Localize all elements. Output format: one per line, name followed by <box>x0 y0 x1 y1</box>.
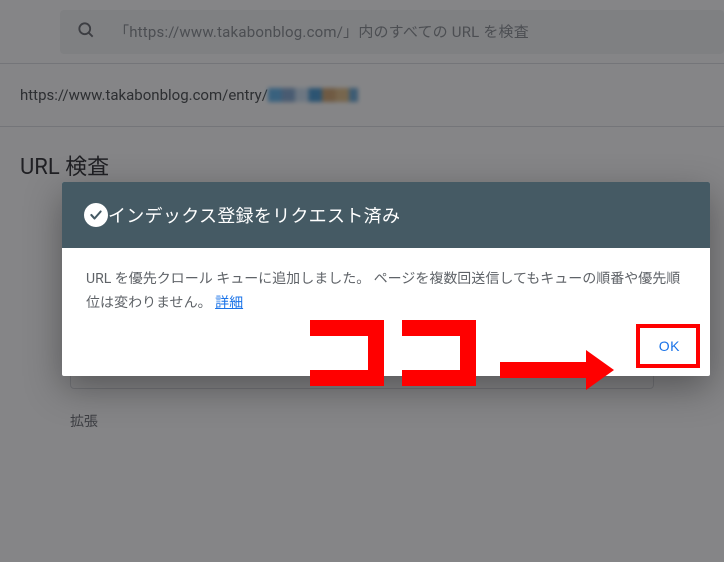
details-link[interactable]: 詳細 <box>215 295 243 311</box>
check-circle-icon <box>84 203 108 227</box>
dialog-header: インデックス登録をリクエスト済み <box>62 182 710 248</box>
dialog-title: インデックス登録をリクエスト済み <box>108 202 400 228</box>
dialog-body-text: URL を優先クロール キューに追加しました。 ページを複数回送信してもキューの… <box>86 271 680 311</box>
dialog-body: URL を優先クロール キューに追加しました。 ページを複数回送信してもキューの… <box>62 248 710 322</box>
ok-button[interactable]: OK <box>645 330 694 362</box>
dialog-actions: OK <box>62 322 710 376</box>
indexing-requested-dialog: インデックス登録をリクエスト済み URL を優先クロール キューに追加しました。… <box>62 182 710 376</box>
modal-overlay: インデックス登録をリクエスト済み URL を優先クロール キューに追加しました。… <box>0 0 724 562</box>
